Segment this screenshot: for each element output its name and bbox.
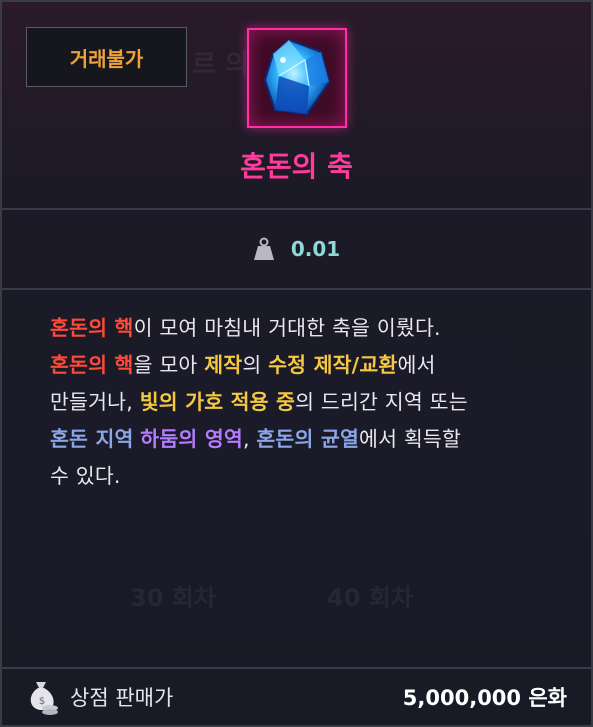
description-line: 혼돈 지역 하둠의 영역, 혼돈의 균열에서 획득할 — [50, 421, 560, 458]
background-ghost-text: 30 회차 — [130, 584, 216, 612]
weight-icon — [253, 237, 274, 260]
description-text: , — [242, 427, 257, 451]
divider — [2, 288, 591, 290]
description-keyword: 빛의 가호 적용 중 — [139, 390, 296, 414]
svg-text:$: $ — [39, 696, 45, 707]
sell-price-label: 상점 판매가 — [70, 686, 174, 710]
description-line: 만들거나, 빛의 가호 적용 중의 드리간 지역 또는 — [50, 384, 560, 421]
description-keyword: 혼돈의 균열 — [256, 427, 360, 451]
description-keyword: 제작 — [204, 353, 243, 377]
description-line: 혼돈의 핵을 모아 제작의 수정 제작/교환에서 — [50, 347, 560, 384]
description-keyword: 수정 제작/교환 — [268, 353, 398, 377]
description-text: 의 — [242, 353, 269, 377]
description-text: 에서 획득할 — [359, 427, 462, 451]
description-text: 만들거나, — [50, 390, 140, 414]
trade-restriction-badge: 거래불가 — [26, 27, 187, 87]
item-icon-frame — [247, 28, 347, 128]
tooltip-footer: $ 상점 판매가 5,000,000 은화 — [2, 668, 591, 725]
item-description: 혼돈의 핵이 모여 마침내 거대한 축을 이뤘다. 혼돈의 핵을 모아 제작의 수… — [50, 310, 560, 495]
description-text: 을 모아 — [133, 353, 205, 377]
description-line: 수 있다. — [50, 458, 560, 495]
weight-value: 0.01 — [290, 237, 341, 261]
coin-bag-icon: $ — [30, 682, 58, 715]
description-keyword: 혼돈의 핵 — [50, 353, 134, 377]
item-name: 혼돈의 축 — [240, 150, 353, 183]
background-ghost-text: 40 회차 — [327, 584, 413, 612]
blue-crystal-icon — [263, 38, 331, 116]
item-tooltip: 르 의 수령 30 회차 40 회차 거래불가 혼 — [0, 0, 593, 727]
description-keyword: 혼돈의 핵 — [50, 316, 134, 340]
description-text: 수 있다. — [50, 464, 121, 488]
sell-price-value: 5,000,000 은화 — [402, 686, 567, 710]
description-text: 이 모여 마침내 거대한 축을 이뤘다. — [133, 316, 441, 340]
description-keyword: 하둠의 영역 — [140, 427, 243, 451]
description-keyword: 혼돈 지역 — [50, 427, 134, 451]
tooltip-header: 거래불가 혼돈의 축 — [2, 2, 591, 208]
weight-row: 0.01 — [2, 210, 591, 288]
description-text: 에서 — [397, 353, 436, 377]
description-line: 혼돈의 핵이 모여 마침내 거대한 축을 이뤘다. — [50, 310, 560, 347]
description-text: 의 드리간 지역 또는 — [295, 390, 468, 414]
